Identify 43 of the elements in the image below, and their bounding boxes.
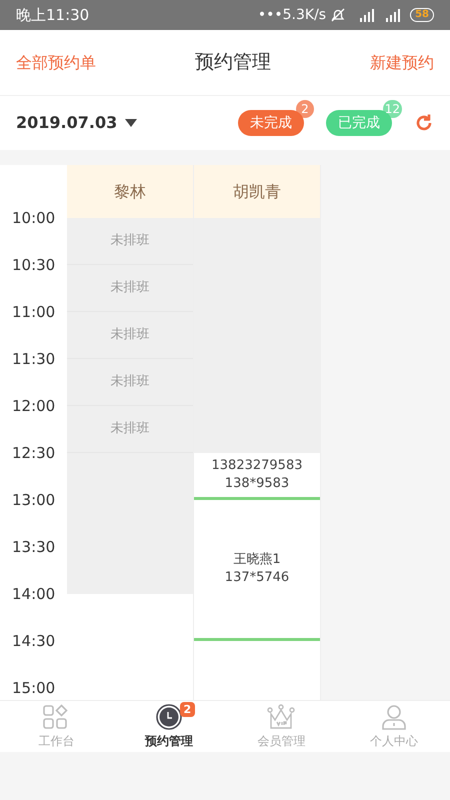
appointment-text: 13823279583 — [212, 457, 302, 475]
count-badge: 2 — [180, 702, 196, 717]
unscheduled-slot: 未排班 — [67, 265, 193, 312]
count-badge: 12 — [382, 100, 402, 118]
date-picker[interactable]: 2019.07.03 — [16, 111, 138, 135]
time-label: 12:00 — [11, 398, 56, 414]
nav-tab[interactable]: 预约管理 2 — [112, 701, 225, 752]
time-label: 11:00 — [11, 304, 56, 320]
appointment-text: 138*9583 — [224, 475, 290, 493]
crown-icon — [266, 704, 296, 730]
clock-icon — [154, 704, 183, 730]
nav-tab[interactable]: 个人中心 — [338, 701, 450, 752]
time-label: 12:30 — [11, 445, 56, 461]
nav-tab[interactable]: 工作台 — [0, 701, 112, 752]
bell-off-icon — [330, 8, 346, 22]
appointment-text: 王晓燕1 — [233, 551, 281, 569]
time-label: 13:30 — [11, 539, 56, 555]
network-speed: •••5.3K/s — [258, 6, 326, 24]
time-label: 14:00 — [11, 586, 56, 602]
appointment-text: 137*5746 — [224, 569, 290, 587]
unscheduled-slot: 未排班 — [67, 359, 193, 406]
unscheduled-slot: 未排班 — [67, 312, 193, 359]
new-booking-link[interactable]: 新建预约 — [370, 50, 434, 74]
status-time: 晚上11:30 — [16, 4, 90, 26]
battery-indicator: 58 — [410, 8, 434, 22]
person-icon — [380, 704, 408, 730]
time-label: 13:00 — [11, 492, 56, 508]
count-badge: 2 — [296, 100, 314, 118]
unscheduled-slot: 未排班 — [67, 406, 193, 453]
time-label: 10:30 — [11, 257, 56, 273]
staff-header: 黎林 — [67, 165, 193, 218]
all-orders-link[interactable]: 全部预约单 — [16, 50, 96, 74]
page-title: 预约管理 — [195, 50, 271, 76]
refresh-icon[interactable] — [414, 113, 434, 133]
nav-tab[interactable]: 会员管理 — [225, 701, 338, 752]
staff-header: 胡凯青 — [194, 165, 320, 218]
caret-icon — [125, 119, 138, 127]
grid-icon — [42, 704, 70, 730]
unscheduled-slot: 未排班 — [67, 218, 193, 265]
time-label: 11:30 — [11, 351, 56, 367]
time-label: 15:00 — [11, 680, 56, 696]
time-label: 14:30 — [11, 633, 56, 649]
time-label: 10:00 — [11, 210, 56, 226]
